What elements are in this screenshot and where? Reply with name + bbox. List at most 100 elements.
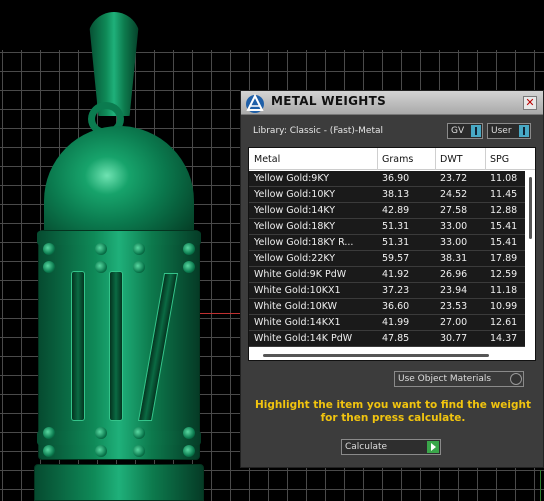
grams-cell: 38.13 [382,189,410,200]
toggle-switch-icon [519,125,529,137]
close-button[interactable]: ✕ [523,96,537,110]
table-row[interactable]: White Gold:14KX1 41.99 27.00 12.61 [249,315,525,331]
metal-cell: Yellow Gold:10KY [254,189,336,200]
spg-cell: 11.08 [490,173,518,184]
horizontal-scrollbar[interactable] [249,349,535,360]
dwt-cell: 27.00 [440,317,468,328]
dwt-cell: 26.96 [440,269,468,280]
column-header-spg[interactable]: SPG [490,154,509,165]
pendant-slot [109,271,123,421]
metal-cell: Yellow Gold:14KY [254,205,336,216]
pendant-rivet [133,243,145,255]
table-row[interactable]: Yellow Gold:22KY 59.57 38.31 17.89 [249,251,525,267]
spg-cell: 15.41 [490,237,518,248]
grams-cell: 36.90 [382,173,410,184]
vertical-scrollbar-thumb[interactable] [529,177,532,239]
column-divider[interactable] [377,148,378,170]
table-body: Yellow Gold:9KY 36.90 23.72 11.08 Yellow Gol… [249,171,525,347]
dwt-cell: 23.53 [440,301,468,312]
metal-cell: White Gold:10KW [254,301,338,312]
table-row[interactable]: White Gold:10KX1 37.23 23.94 11.18 [249,283,525,299]
close-icon: ✕ [525,96,535,109]
pendant-bottom-band [37,431,201,445]
dwt-cell: 30.77 [440,333,468,344]
calculate-button-label: Calculate [345,442,388,452]
app-logo-icon [243,91,267,115]
table-row[interactable]: Yellow Gold:14KY 42.89 27.58 12.88 [249,203,525,219]
grams-cell: 51.31 [382,237,410,248]
pendant-rivet [95,445,107,457]
spg-cell: 14.37 [490,333,518,344]
metal-cell: White Gold:10KX1 [254,285,341,296]
grams-cell: 36.60 [382,301,410,312]
column-header-metal[interactable]: Metal [254,154,280,165]
horizontal-scrollbar-thumb[interactable] [263,354,489,357]
pendant-rivet [133,445,145,457]
toggle-switch-icon [471,125,481,137]
spg-cell: 11.18 [490,285,518,296]
column-header-dwt[interactable]: DWT [440,154,463,165]
use-object-materials-toggle[interactable]: Use Object Materials [394,371,524,387]
pendant-rivet [183,445,195,457]
grams-cell: 59.57 [382,253,410,264]
dwt-cell: 24.52 [440,189,468,200]
table-row[interactable]: Yellow Gold:10KY 38.13 24.52 11.45 [249,187,525,203]
pendant-base [34,464,204,501]
spg-cell: 17.89 [490,253,518,264]
gv-toggle-label: GV [451,126,465,136]
metal-cell: White Gold:14K PdW [254,333,353,344]
pendant-rivet [95,243,107,255]
metal-cell: White Gold:14KX1 [254,317,341,328]
table-header: Metal Grams DWT SPG [249,148,535,170]
grams-cell: 51.31 [382,221,410,232]
pendant-rivet [183,261,195,273]
spg-cell: 10.99 [490,301,518,312]
metal-cell: White Gold:9K PdW [254,269,347,280]
table-row[interactable]: White Gold:10KW 36.60 23.53 10.99 [249,299,525,315]
y-axis-line [540,470,541,501]
user-toggle[interactable]: User [487,123,531,139]
pendant-diagonal-slot [137,273,179,421]
panel-title: METAL WEIGHTS [271,94,387,108]
table-row[interactable]: Yellow Gold:18KY 51.31 33.00 15.41 [249,219,525,235]
table-row[interactable]: White Gold:14K PdW 47.85 30.77 14.37 [249,331,525,347]
gv-toggle[interactable]: GV [447,123,483,139]
grams-cell: 47.85 [382,333,410,344]
pendant-rivet [95,261,107,273]
pendant-top-band [37,231,201,245]
user-toggle-label: User [491,126,512,136]
pendant-rivet [133,427,145,439]
pendant-rivet [43,261,55,273]
table-row[interactable]: Yellow Gold:18KY R... 51.31 33.00 15.41 [249,235,525,251]
pendant-model[interactable] [30,8,210,501]
play-arrow-icon [427,441,439,453]
metal-weights-table[interactable]: Metal Grams DWT SPG Yellow Gold:9KY 36.90… [248,147,536,361]
vertical-scrollbar[interactable] [525,171,535,349]
table-row[interactable]: Yellow Gold:9KY 36.90 23.72 11.08 [249,171,525,187]
dwt-cell: 27.58 [440,205,468,216]
pendant-rivet [43,445,55,457]
metal-cell: Yellow Gold:18KY [254,221,336,232]
dwt-cell: 33.00 [440,221,468,232]
metal-cell: Yellow Gold:18KY R... [254,237,354,248]
pendant-rivet [43,427,55,439]
pendant-body [37,230,201,460]
radio-circle-icon [510,373,522,385]
grams-cell: 41.99 [382,317,410,328]
instruction-text: Highlight the item you want to find the … [255,399,531,424]
pendant-rivet [43,243,55,255]
pendant-slot [71,271,85,421]
metal-cell: Yellow Gold:9KY [254,173,330,184]
use-object-materials-label: Use Object Materials [398,374,492,384]
column-divider[interactable] [485,148,486,170]
column-header-grams[interactable]: Grams [382,154,413,165]
pendant-rivet [133,261,145,273]
column-divider[interactable] [435,148,436,170]
table-row[interactable]: White Gold:9K PdW 41.92 26.96 12.59 [249,267,525,283]
panel-title-bar[interactable]: METAL WEIGHTS ✕ [241,91,543,115]
spg-cell: 11.45 [490,189,518,200]
pendant-rivet [183,427,195,439]
dwt-cell: 23.94 [440,285,468,296]
pendant-rivet [183,243,195,255]
calculate-button[interactable]: Calculate [341,439,441,455]
